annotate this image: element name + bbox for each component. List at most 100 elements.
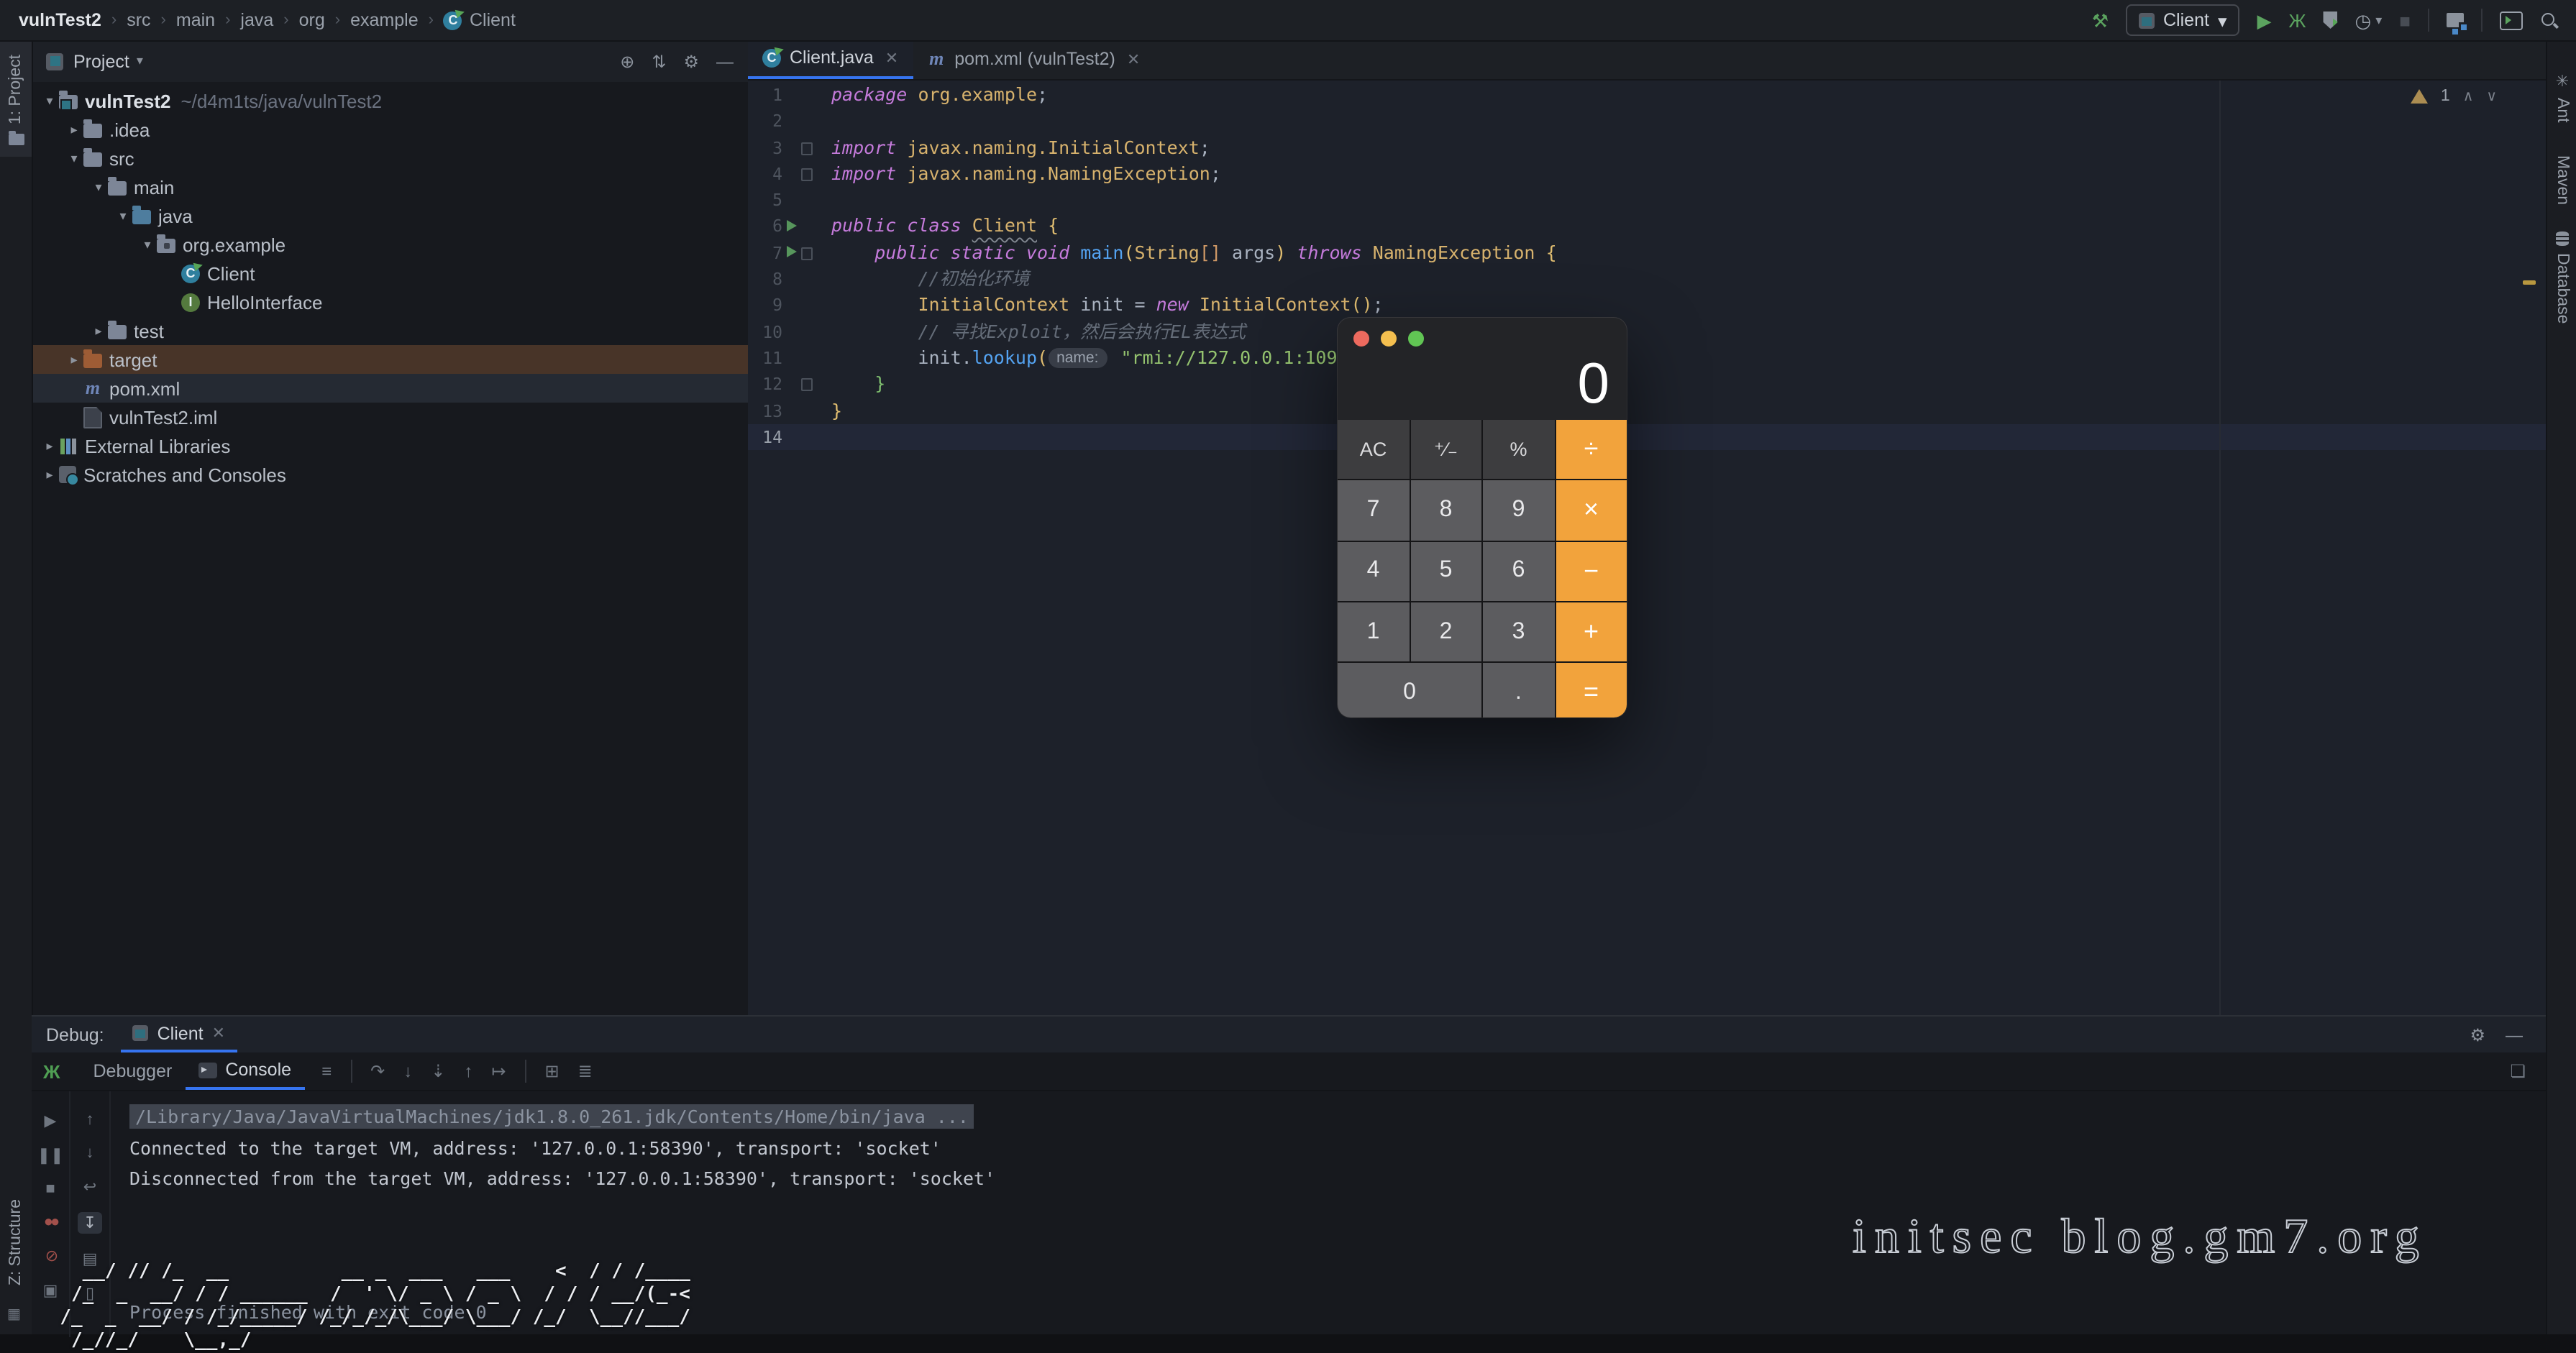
code-line[interactable]: 10 // 寻找Exploit，然后会执行EL表达式 [748,318,2546,345]
code-line[interactable]: 4import javax.naming.NamingException; [748,161,2546,188]
tree-item-external-libraries[interactable]: ▸External Libraries [32,431,748,460]
calc-key-4[interactable]: 4 [1338,541,1409,601]
tree-item--idea[interactable]: ▸.idea [32,115,748,144]
code-line[interactable]: 3import javax.naming.InitialContext; [748,134,2546,161]
tree-item-src[interactable]: ▾src [32,144,748,173]
calc-key-2[interactable]: 2 [1410,602,1481,662]
run-to-cursor-button[interactable]: ↦ [491,1061,506,1081]
editor-tab-pom[interactable]: pom.xml (vulnTest2)✕ [913,39,1154,79]
breadcrumb-item[interactable]: main [176,10,215,30]
chevron-down-icon[interactable]: ▾ [65,150,83,166]
calc-key-3[interactable]: 3 [1483,602,1554,662]
inspections-widget[interactable]: 1 ∧ ∨ [2411,88,2497,105]
chevron-right-icon[interactable]: ▸ [89,323,108,339]
coverage-button[interactable] [2324,12,2338,29]
calc-key-=[interactable]: = [1556,663,1627,717]
pause-button[interactable]: ❚❚ [37,1146,64,1165]
fold-marker-icon[interactable] [801,379,813,392]
chevron-down-icon[interactable]: ▾ [137,53,143,69]
debug-button[interactable]: Ж [2289,11,2306,29]
calc-key-×[interactable]: × [1556,481,1627,541]
code-line[interactable]: 5 [748,187,2546,214]
code-line[interactable]: 14 [748,424,2546,451]
chevron-right-icon[interactable]: ▸ [40,438,59,454]
calc-key-8[interactable]: 8 [1410,481,1481,541]
run-line-icon[interactable] [787,247,797,258]
debug-tab-debugger[interactable]: Debugger [81,1052,186,1090]
code-line[interactable]: 1package org.example; [748,82,2546,109]
code-line[interactable]: 9 InitialContext init = new InitialConte… [748,293,2546,319]
code-line[interactable]: 11 init.lookup(name: "rmi://127.0.0.1:10… [748,345,2546,372]
step-into-button[interactable]: ↓ [403,1061,412,1081]
calc-key-5[interactable]: 5 [1410,541,1481,601]
calc-key-7[interactable]: 7 [1338,481,1409,541]
window-grid-icon[interactable]: ▦ [7,1307,21,1323]
toolwindow-tab-ant[interactable]: ✳Ant [2547,72,2576,123]
minimize-button[interactable] [1381,331,1397,347]
chevron-down-icon[interactable]: ▾ [114,208,132,224]
close-icon[interactable]: ✕ [1127,50,1140,68]
calc-key-AC[interactable]: AC [1338,420,1409,480]
tree-item-main[interactable]: ▾main [32,173,748,201]
code-line[interactable]: 12 } [748,372,2546,398]
force-step-into-button[interactable]: ⇣ [431,1061,445,1081]
calc-key-.[interactable]: . [1483,663,1554,717]
hide-panel-button[interactable]: — [716,51,734,71]
search-button[interactable] [2540,11,2559,29]
close-button[interactable] [1353,331,1369,347]
calc-key-1[interactable]: 1 [1338,602,1409,662]
calc-key-⁺⁄₋[interactable]: ⁺⁄₋ [1410,420,1481,480]
view-breakpoints-button[interactable]: ●● [44,1214,58,1231]
calc-key-9[interactable]: 9 [1483,481,1554,541]
code-line[interactable]: 6public class Client { [748,214,2546,240]
debug-tab-console[interactable]: Console [185,1052,304,1090]
tree-item-client[interactable]: Client [32,259,748,288]
toolwindow-tab-database[interactable]: Database [2547,231,2576,324]
calc-key-−[interactable]: − [1556,541,1627,601]
collapse-all-button[interactable]: ⇅ [652,51,666,71]
calculator-titlebar[interactable]: 0 [1338,318,1627,420]
breadcrumb-item[interactable]: src [127,10,150,30]
next-warning-icon[interactable]: ∨ [2486,88,2497,104]
debug-session-tab[interactable]: Client ✕ [122,1017,237,1052]
zoom-button[interactable] [1408,331,1424,347]
tree-item-scratches-and-consoles[interactable]: ▸Scratches and Consoles [32,460,748,489]
project-panel-title[interactable]: Project [73,51,129,71]
step-over-button[interactable]: ↷ [370,1061,385,1081]
terminal-button[interactable] [2500,11,2523,29]
stop-button[interactable]: ■ [2399,11,2411,29]
editor-area[interactable]: Client.java✕pom.xml (vulnTest2)✕ 1packag… [748,40,2546,1015]
select-opened-file-button[interactable]: ⊕ [620,51,634,71]
settings-icon[interactable]: ⚙ [2470,1024,2485,1045]
tree-item-org-example[interactable]: ▾org.example [32,230,748,259]
soft-wrap-button[interactable]: ↩ [83,1178,96,1196]
prev-warning-icon[interactable]: ∧ [2463,88,2474,104]
fold-marker-icon[interactable] [801,142,813,155]
calc-key-%[interactable]: % [1483,420,1554,480]
calc-key-0[interactable]: 0 [1338,663,1481,717]
editor-tab-client[interactable]: Client.java✕ [748,39,913,79]
chevron-right-icon[interactable]: ▸ [65,352,83,367]
project-structure-button[interactable] [2447,13,2464,27]
close-icon[interactable]: ✕ [885,48,898,67]
toolwindow-tab-maven[interactable]: Maven [2547,149,2576,206]
tree-item-java[interactable]: ▾java [32,201,748,230]
calc-key-+[interactable]: + [1556,602,1627,662]
fold-marker-icon[interactable] [801,247,813,260]
chevron-down-icon[interactable]: ▾ [40,93,59,109]
code-line[interactable]: 13} [748,398,2546,424]
stop-button[interactable]: ■ [45,1180,55,1198]
tree-item-test[interactable]: ▸test [32,316,748,345]
code-area[interactable]: 1package org.example;23import javax.nami… [748,81,2546,450]
breadcrumb-item[interactable]: org [299,10,325,30]
build-button[interactable]: ⚒ [2092,11,2109,29]
run-button[interactable]: ▶ [2257,11,2272,29]
down-stack-button[interactable]: ↓ [86,1145,94,1162]
breadcrumb-item[interactable]: Client [444,10,516,30]
calc-key-÷[interactable]: ÷ [1556,420,1627,480]
error-stripe-warning-mark[interactable] [2523,280,2536,285]
scroll-to-end-button[interactable]: ↧ [78,1212,102,1234]
chevron-right-icon[interactable]: ▸ [65,121,83,137]
chevron-down-icon[interactable]: ▾ [138,237,157,252]
up-stack-button[interactable]: ↑ [86,1111,94,1129]
